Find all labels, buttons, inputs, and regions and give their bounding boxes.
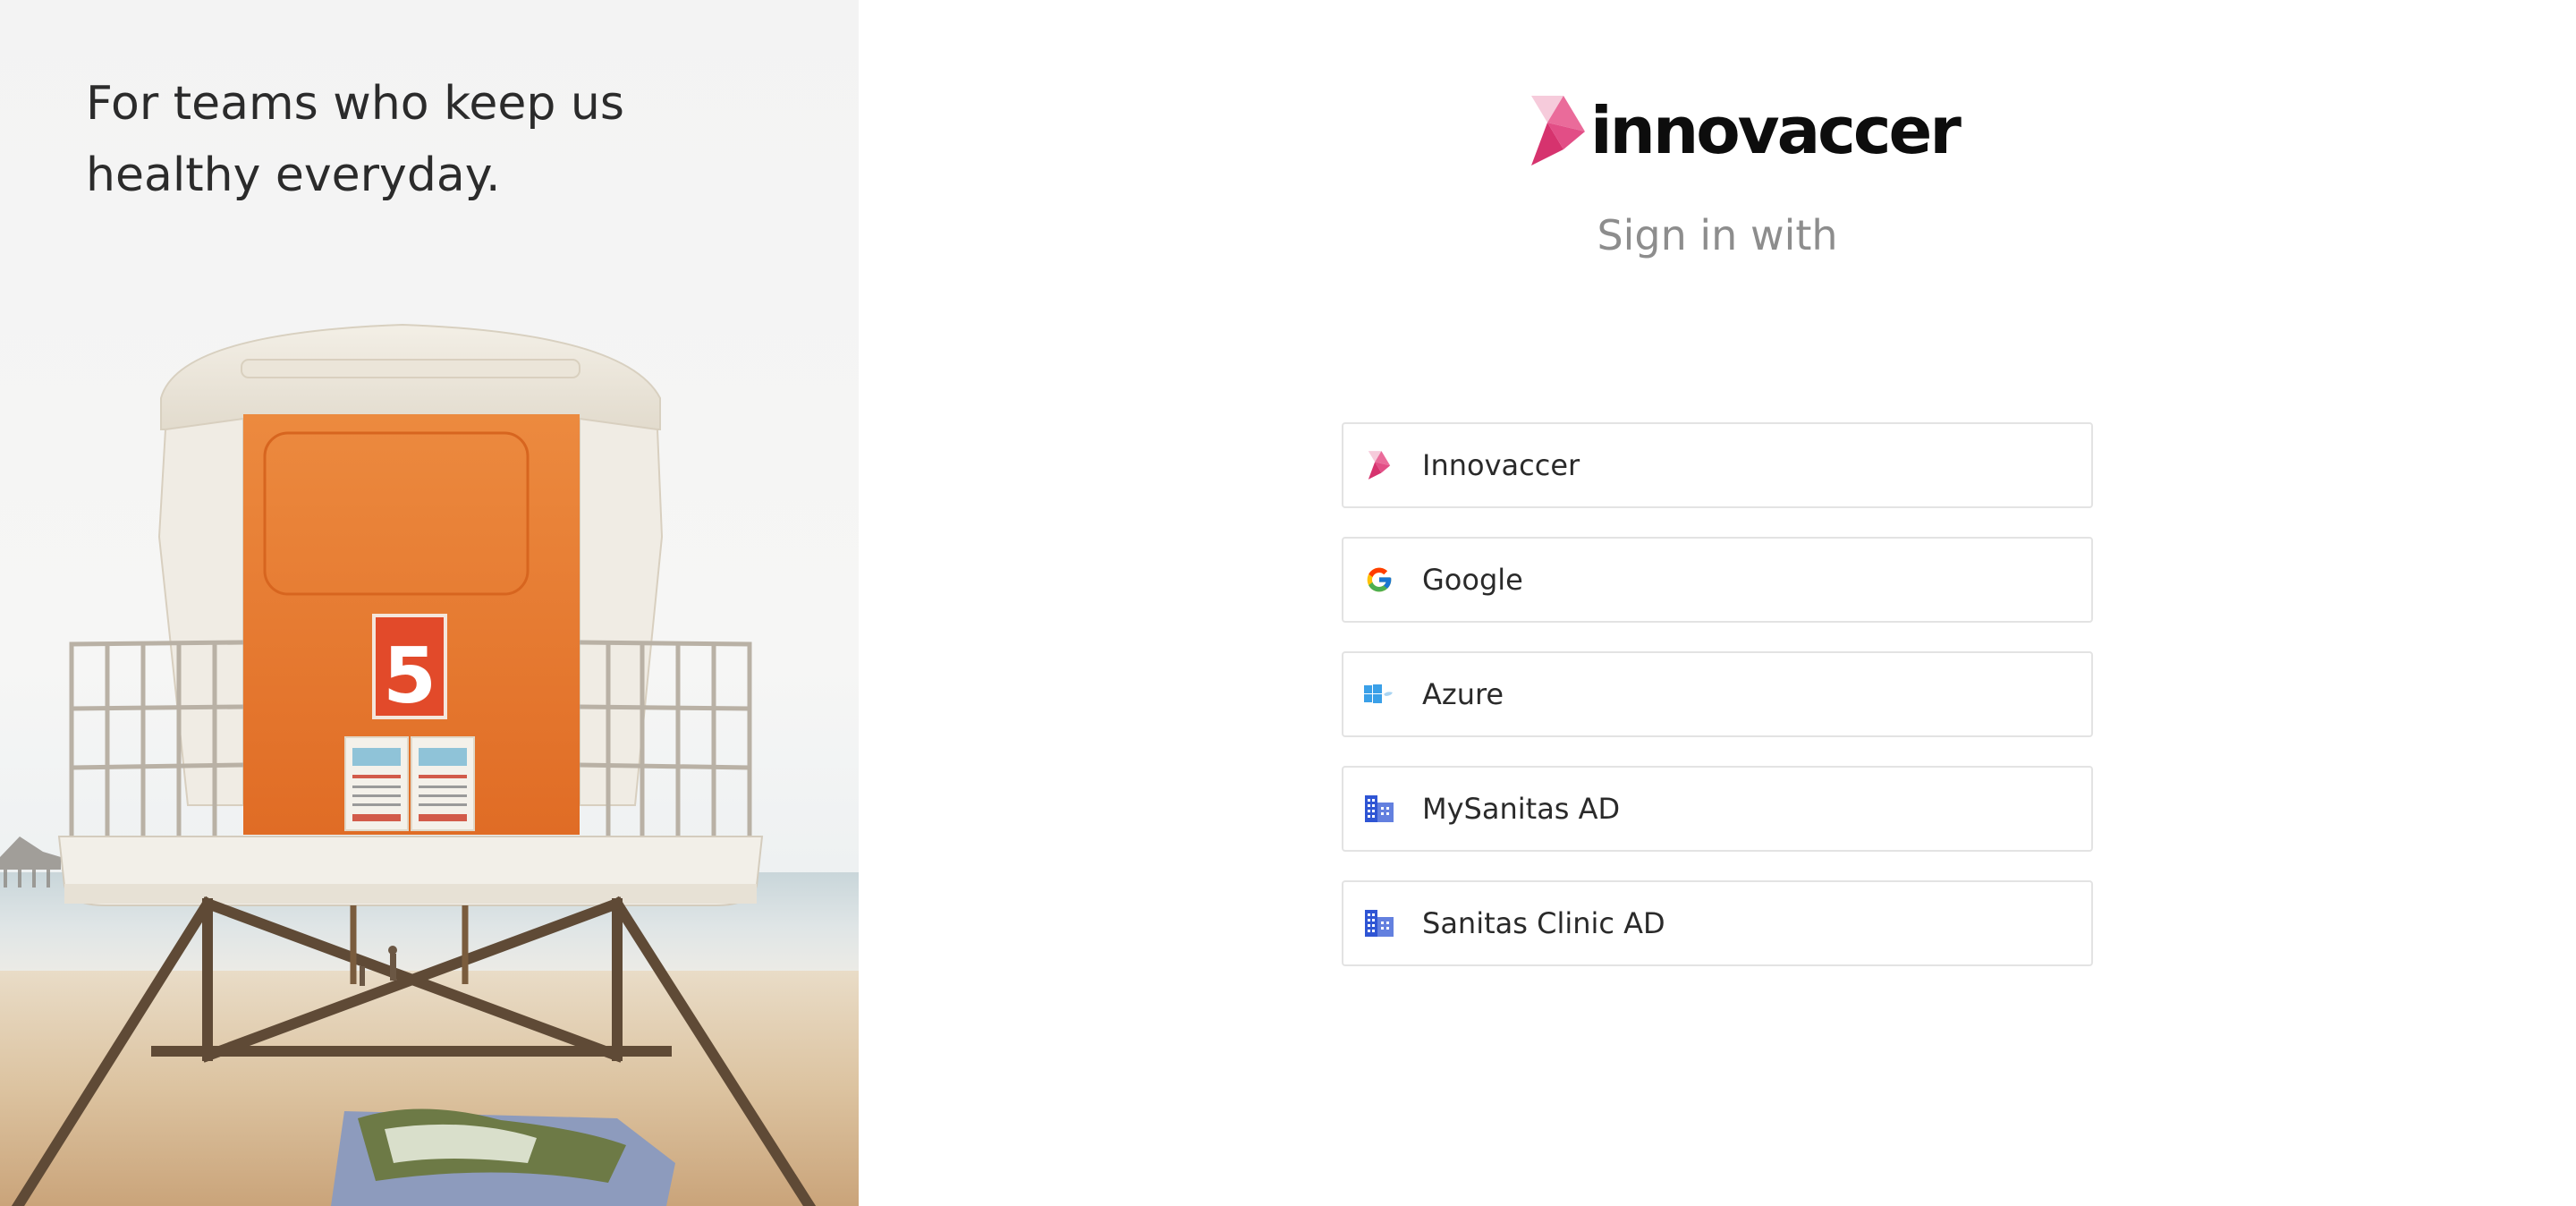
signin-innovaccer-button[interactable]: Innovaccer — [1342, 422, 2093, 508]
hero-tagline-line2: healthy everyday. — [86, 149, 501, 202]
login-page: 5 For teams who keep us healthy everyday… — [0, 0, 2576, 1206]
brand-logo: innovaccer — [1530, 93, 1962, 168]
provider-label: Sanitas Clinic AD — [1422, 906, 1665, 940]
hero-panel: 5 For teams who keep us healthy everyday… — [0, 0, 859, 1206]
provider-list: Innovaccer Google Azure MySanitas AD San… — [1342, 422, 2093, 995]
building-icon — [1363, 793, 1395, 825]
provider-label: Innovaccer — [1422, 448, 1580, 482]
signin-mysanitas-ad-button[interactable]: MySanitas AD — [1342, 766, 2093, 852]
innovaccer-logo-icon — [1531, 96, 1585, 166]
building-icon — [1363, 907, 1395, 939]
signin-panel: innovaccer Sign in with Innovaccer Googl… — [859, 0, 2576, 1206]
azure-windows-icon — [1363, 678, 1395, 710]
google-icon — [1363, 564, 1395, 596]
hero-tagline-line1: For teams who keep us — [86, 77, 624, 131]
innovaccer-logo-icon — [1363, 449, 1395, 481]
brand-name: innovaccer — [1590, 93, 1962, 168]
signin-azure-button[interactable]: Azure — [1342, 651, 2093, 737]
signin-heading: Sign in with — [1597, 211, 1838, 259]
provider-label: Google — [1422, 563, 1523, 597]
tower-number-text: 5 — [383, 632, 436, 721]
provider-label: Azure — [1422, 677, 1504, 711]
signin-sanitas-clinic-ad-button[interactable]: Sanitas Clinic AD — [1342, 880, 2093, 966]
signin-google-button[interactable]: Google — [1342, 537, 2093, 623]
hero-tagline: For teams who keep us healthy everyday. — [86, 68, 712, 211]
provider-label: MySanitas AD — [1422, 792, 1621, 826]
